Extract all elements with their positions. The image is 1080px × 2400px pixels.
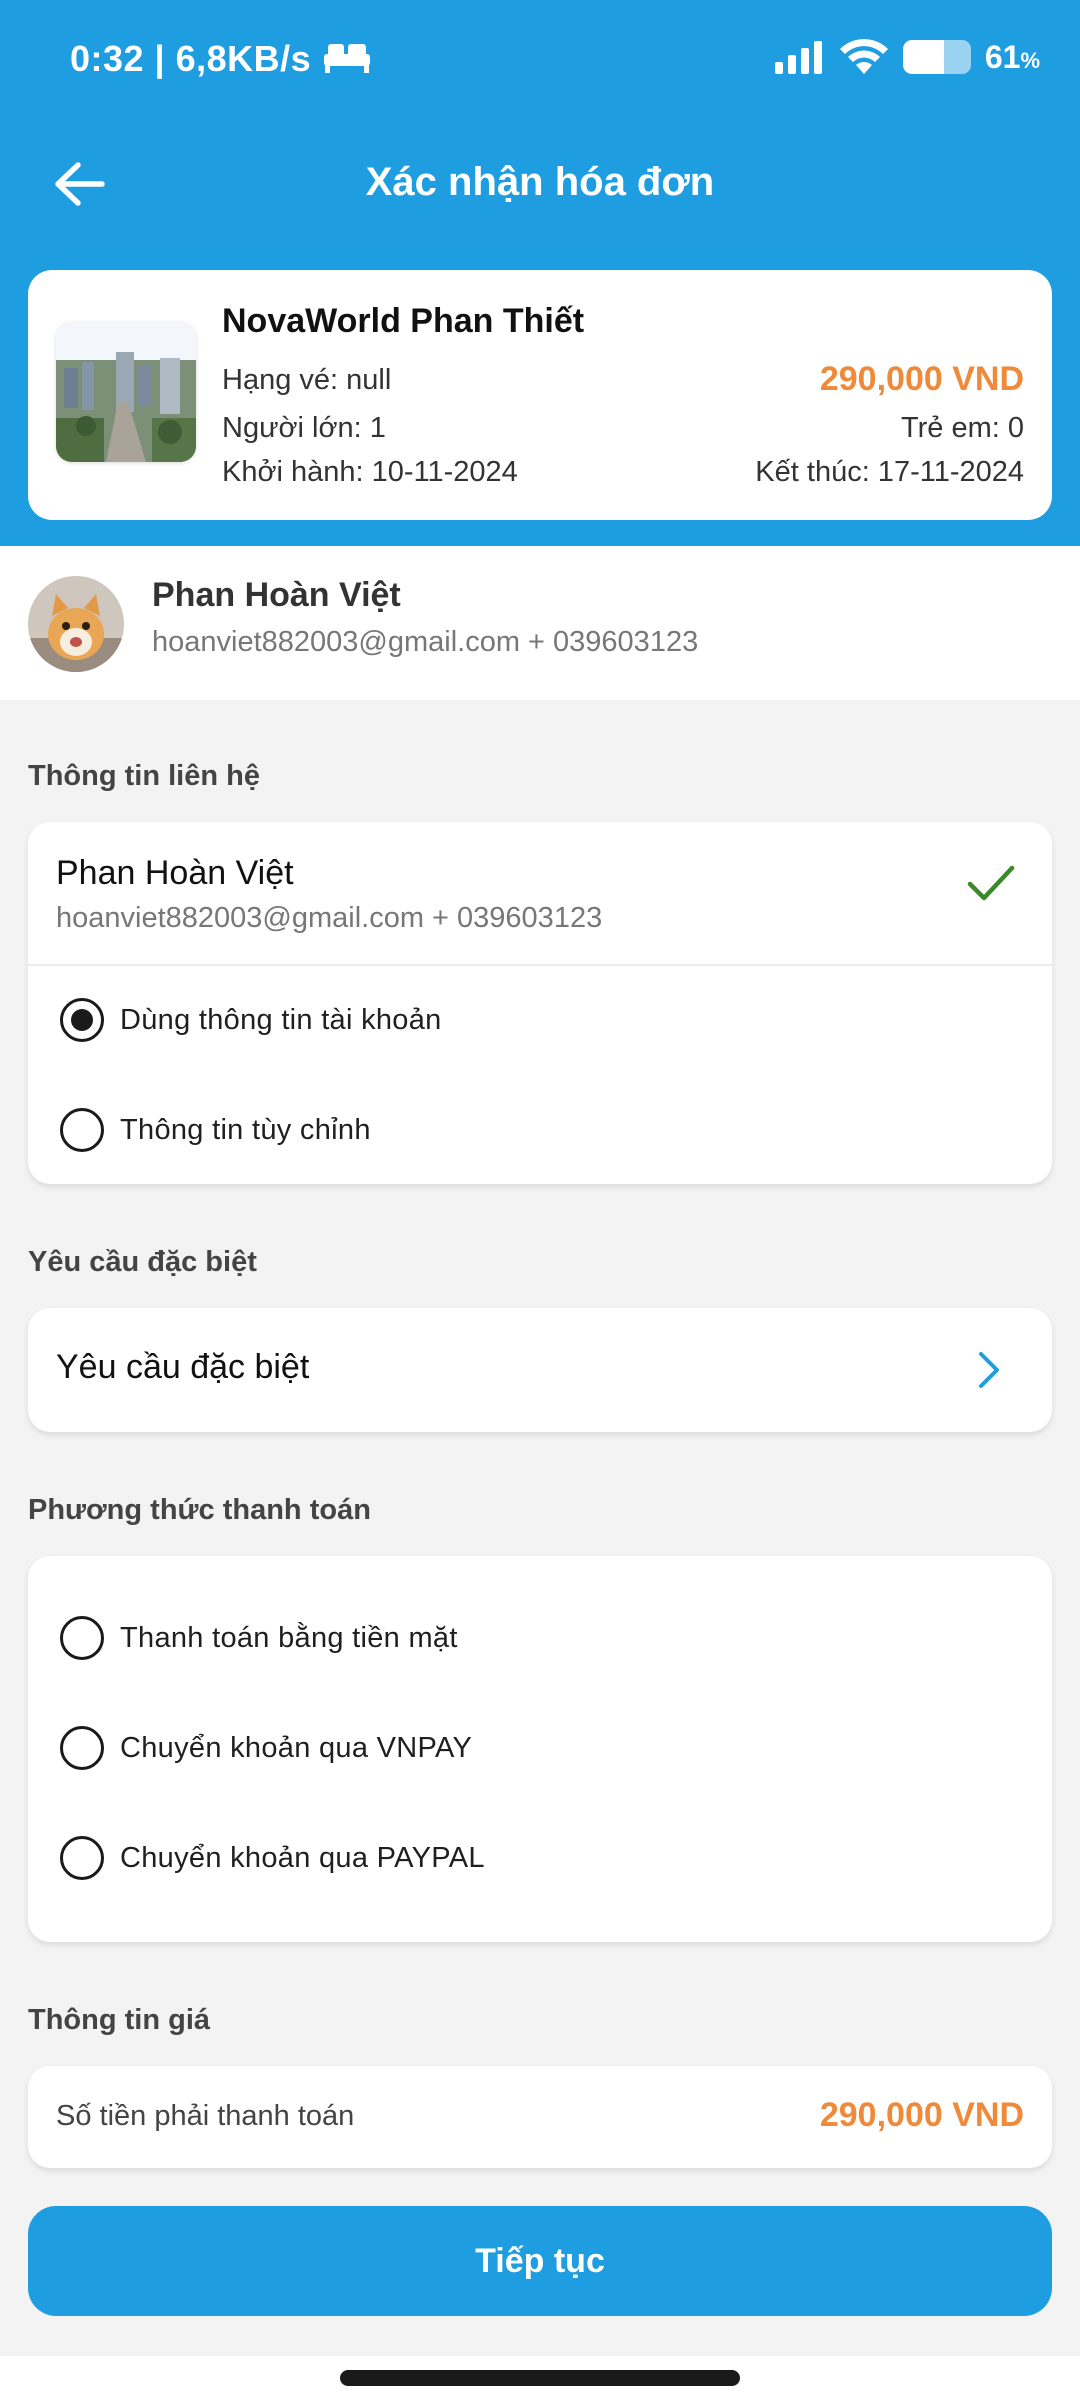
app-header: Xác nhận hóa đơn: [0, 140, 1080, 230]
price-card: Số tiền phải thanh toán 290,000 VND: [28, 2066, 1052, 2168]
trip-summary-card: NovaWorld Phan Thiết Hạng vé: null 290,0…: [28, 270, 1052, 520]
payment-option-cash[interactable]: Thanh toán bằng tiền mặt: [60, 1616, 458, 1660]
payment-option-vnpay[interactable]: Chuyển khoản qua VNPAY: [60, 1726, 472, 1770]
radio-button[interactable]: [60, 1726, 104, 1770]
payment-methods-card: Thanh toán bằng tiền mặt Chuyển khoản qu…: [28, 1556, 1052, 1942]
radio-label: Thông tin tùy chỉnh: [120, 1113, 371, 1146]
divider: [28, 964, 1052, 966]
signal-icon: [774, 41, 822, 74]
payment-section-label: Phương thức thanh toán: [28, 1494, 371, 1526]
amount-due-label: Số tiền phải thanh toán: [56, 2100, 355, 2132]
radio-label: Chuyển khoản qua PAYPAL: [120, 1841, 485, 1874]
status-bar: 0:32 | 6,8KB/s 61%: [0, 0, 1080, 120]
user-name: Phan Hoàn Việt: [152, 576, 401, 614]
home-indicator-area: [0, 2356, 1080, 2400]
checkmark-icon: [967, 865, 1015, 901]
home-indicator[interactable]: [340, 2370, 740, 2386]
user-profile-band: Phan Hoàn Việt hoanviet882003@gmail.com …: [0, 546, 1080, 700]
payment-option-paypal[interactable]: Chuyển khoản qua PAYPAL: [60, 1836, 485, 1880]
end-date: Kết thúc: 17-11-2024: [755, 456, 1024, 488]
special-request-label: Yêu cầu đặc biệt: [56, 1348, 310, 1386]
destination-name: NovaWorld Phan Thiết: [222, 302, 585, 340]
radio-label: Dùng thông tin tài khoản: [120, 1003, 442, 1036]
amount-due-value: 290,000 VND: [819, 2096, 1024, 2134]
contact-section-label: Thông tin liên hệ: [28, 760, 260, 792]
battery-percent: 61%: [984, 38, 1040, 75]
special-request-row[interactable]: Yêu cầu đặc biệt: [28, 1308, 1052, 1432]
status-icons: 61%: [773, 38, 1040, 76]
trip-price: 290,000 VND: [819, 360, 1024, 398]
price-section-label: Thông tin giá: [28, 2004, 211, 2036]
bed-icon: [324, 44, 370, 73]
destination-thumbnail: [56, 322, 196, 462]
battery-icon: [902, 40, 971, 74]
radio-button[interactable]: [60, 1108, 104, 1152]
continue-button[interactable]: Tiếp tục: [28, 2206, 1052, 2316]
radio-button[interactable]: [60, 1616, 104, 1660]
radio-label: Chuyển khoản qua VNPAY: [120, 1731, 473, 1764]
radio-custom-info[interactable]: Thông tin tùy chỉnh: [60, 1108, 371, 1152]
wifi-icon: [839, 39, 888, 74]
radio-label: Thanh toán bằng tiền mặt: [120, 1621, 458, 1654]
avatar: [28, 576, 124, 672]
special-section-label: Yêu cầu đặc biệt: [28, 1246, 257, 1278]
ticket-class: Hạng vé: null: [222, 364, 392, 396]
contact-name: Phan Hoàn Việt: [56, 854, 294, 892]
radio-account-info[interactable]: Dùng thông tin tài khoản: [60, 998, 442, 1042]
contact-card: Phan Hoàn Việt hoanviet882003@gmail.com …: [28, 822, 1052, 1184]
adult-count: Người lớn: 1: [222, 412, 386, 444]
radio-button[interactable]: [60, 998, 104, 1042]
contact-details: hoanviet882003@gmail.com + 039603123: [56, 902, 603, 934]
start-date: Khởi hành: 10-11-2024: [222, 456, 518, 488]
page-title: Xác nhận hóa đơn: [365, 160, 715, 204]
chevron-right-icon: [979, 1352, 999, 1388]
user-contact: hoanviet882003@gmail.com + 039603123: [152, 626, 699, 658]
child-count: Trẻ em: 0: [900, 412, 1024, 444]
radio-button[interactable]: [60, 1836, 104, 1880]
status-time: 0:32 | 6,8KB/s: [70, 38, 312, 79]
